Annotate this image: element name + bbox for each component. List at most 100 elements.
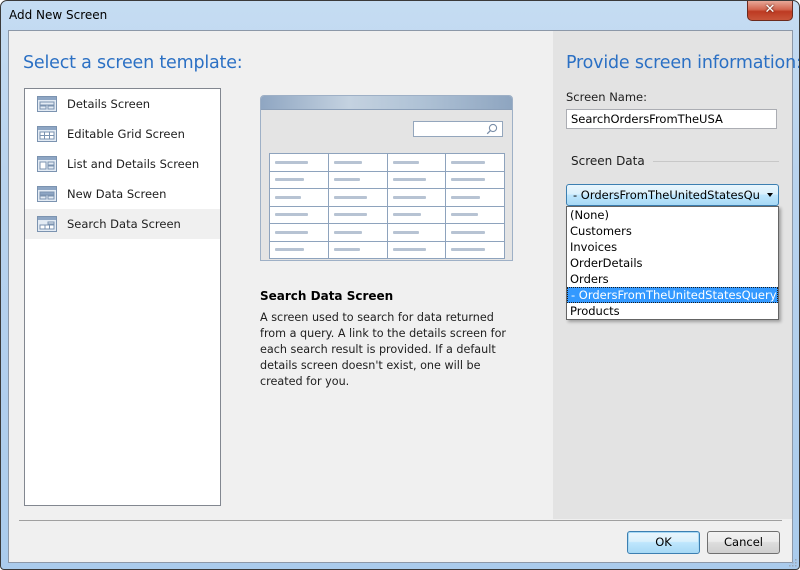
screen-data-dropdown-list[interactable]: (None) Customers Invoices OrderDetails Order… bbox=[566, 206, 779, 320]
close-icon: ✕ bbox=[764, 2, 776, 17]
template-item-label: List and Details Screen bbox=[67, 157, 200, 171]
placeholder-text bbox=[451, 213, 478, 217]
placeholder-text bbox=[392, 195, 426, 199]
template-list[interactable]: Details Screen Editable Grid Screen List a… bbox=[24, 88, 221, 506]
preview-grid-cell bbox=[386, 170, 447, 189]
placeholder-text bbox=[333, 248, 360, 252]
template-item[interactable]: Search Data Screen bbox=[25, 209, 220, 239]
details-screen-icon bbox=[37, 96, 57, 112]
preview-grid-cell bbox=[327, 205, 388, 224]
screen-name-label: Screen Name: bbox=[566, 90, 647, 104]
dropdown-option[interactable]: (None) bbox=[567, 207, 778, 223]
dialog-body: Select a screen template: Details Screen… bbox=[8, 30, 799, 563]
title-bar[interactable]: Add New Screen ✕ bbox=[1, 1, 799, 29]
placeholder-text bbox=[333, 195, 368, 199]
preview-grid-cell bbox=[327, 240, 388, 259]
preview-search-box bbox=[413, 121, 503, 137]
placeholder-text bbox=[451, 230, 485, 234]
preview-grid-cell bbox=[327, 170, 388, 189]
preview-grid-cell bbox=[386, 153, 447, 172]
search-data-screen-icon bbox=[37, 216, 57, 232]
screen-data-group-label: Screen Data bbox=[571, 154, 645, 168]
placeholder-text bbox=[275, 248, 304, 252]
preview-title-bar bbox=[261, 96, 512, 110]
dropdown-option[interactable]: OrderDetails bbox=[567, 255, 778, 271]
screen-info-heading: Provide screen information: bbox=[566, 53, 800, 73]
preview-grid-cell bbox=[269, 188, 329, 207]
template-item[interactable]: List and Details Screen bbox=[25, 149, 220, 179]
placeholder-text bbox=[392, 230, 419, 234]
template-item[interactable]: New Data Screen bbox=[25, 179, 220, 209]
preview-grid-cell bbox=[445, 170, 505, 189]
template-description: A screen used to search for data returne… bbox=[260, 311, 507, 388]
preview-grid-row bbox=[269, 223, 505, 242]
template-item-label: New Data Screen bbox=[67, 187, 167, 201]
preview-grid-cell bbox=[269, 153, 329, 172]
preview-grid-row bbox=[269, 188, 505, 207]
template-description-title: Search Data Screen bbox=[260, 289, 394, 303]
template-preview-image bbox=[260, 95, 513, 261]
preview-grid-row bbox=[269, 205, 505, 224]
template-item-label: Editable Grid Screen bbox=[67, 127, 185, 141]
placeholder-text bbox=[451, 248, 485, 252]
preview-grid-cell bbox=[269, 205, 329, 224]
preview-grid-row bbox=[269, 170, 505, 189]
list-details-screen-icon bbox=[37, 156, 57, 172]
chevron-down-icon[interactable] bbox=[767, 193, 773, 197]
new-data-screen-icon bbox=[37, 186, 57, 202]
preview-grid-cell bbox=[327, 188, 388, 207]
placeholder-text bbox=[392, 178, 426, 182]
preview-grid-cell bbox=[445, 205, 505, 224]
dropdown-option[interactable]: Customers bbox=[567, 223, 778, 239]
editable-grid-screen-icon bbox=[37, 126, 57, 142]
dropdown-option[interactable]: Orders bbox=[567, 271, 778, 287]
dropdown-option[interactable]: - OrdersFromTheUnitedStatesQuery bbox=[567, 287, 778, 303]
select-template-heading: Select a screen template: bbox=[23, 53, 243, 73]
preview-grid-cell bbox=[445, 188, 505, 207]
screen-data-combobox[interactable]: - OrdersFromTheUnitedStatesQuery bbox=[566, 184, 779, 206]
placeholder-text bbox=[333, 178, 360, 182]
template-item-label: Details Screen bbox=[67, 97, 151, 111]
placeholder-text bbox=[392, 213, 422, 217]
template-item-label: Search Data Screen bbox=[67, 217, 181, 231]
preview-grid-cell bbox=[445, 240, 505, 259]
add-new-screen-dialog: Add New Screen ✕ Select a screen templat… bbox=[0, 0, 800, 570]
preview-grid-cell bbox=[269, 170, 329, 189]
preview-grid-cell bbox=[269, 240, 329, 259]
cancel-button[interactable]: Cancel bbox=[707, 531, 780, 554]
placeholder-text bbox=[275, 230, 309, 234]
search-icon bbox=[486, 123, 498, 135]
placeholder-text bbox=[392, 248, 426, 252]
preview-grid-cell bbox=[445, 153, 505, 172]
resize-grip-icon[interactable] bbox=[787, 557, 797, 567]
placeholder-text bbox=[275, 178, 304, 182]
placeholder-text bbox=[451, 195, 480, 199]
placeholder-text bbox=[275, 213, 309, 217]
preview-grid-cell bbox=[445, 223, 505, 242]
placeholder-text bbox=[333, 230, 363, 234]
preview-grid-row bbox=[269, 153, 505, 172]
preview-grid-cell bbox=[386, 205, 447, 224]
preview-grid-cell bbox=[386, 188, 447, 207]
dropdown-option[interactable]: Products bbox=[567, 303, 778, 319]
close-button[interactable]: ✕ bbox=[747, 1, 793, 21]
screen-data-divider bbox=[653, 161, 779, 162]
preview-data-grid bbox=[269, 153, 505, 259]
preview-grid-cell bbox=[386, 223, 447, 242]
template-item[interactable]: Editable Grid Screen bbox=[25, 119, 220, 149]
template-item[interactable]: Details Screen bbox=[25, 89, 220, 119]
placeholder-text bbox=[333, 160, 363, 164]
screen-name-input[interactable]: SearchOrdersFromTheUSA bbox=[566, 109, 777, 129]
preview-grid-row bbox=[269, 240, 505, 259]
preview-grid-cell bbox=[327, 223, 388, 242]
window-title: Add New Screen bbox=[9, 8, 108, 22]
preview-grid-cell bbox=[386, 240, 447, 259]
dropdown-option[interactable]: Invoices bbox=[567, 239, 778, 255]
ok-button[interactable]: OK bbox=[627, 531, 700, 554]
placeholder-text bbox=[451, 178, 485, 182]
preview-grid-cell bbox=[269, 223, 329, 242]
placeholder-text bbox=[275, 160, 309, 164]
placeholder-text bbox=[333, 213, 368, 217]
preview-grid-cell bbox=[327, 153, 388, 172]
screen-data-selected-value: - OrdersFromTheUnitedStatesQuery bbox=[573, 188, 759, 202]
